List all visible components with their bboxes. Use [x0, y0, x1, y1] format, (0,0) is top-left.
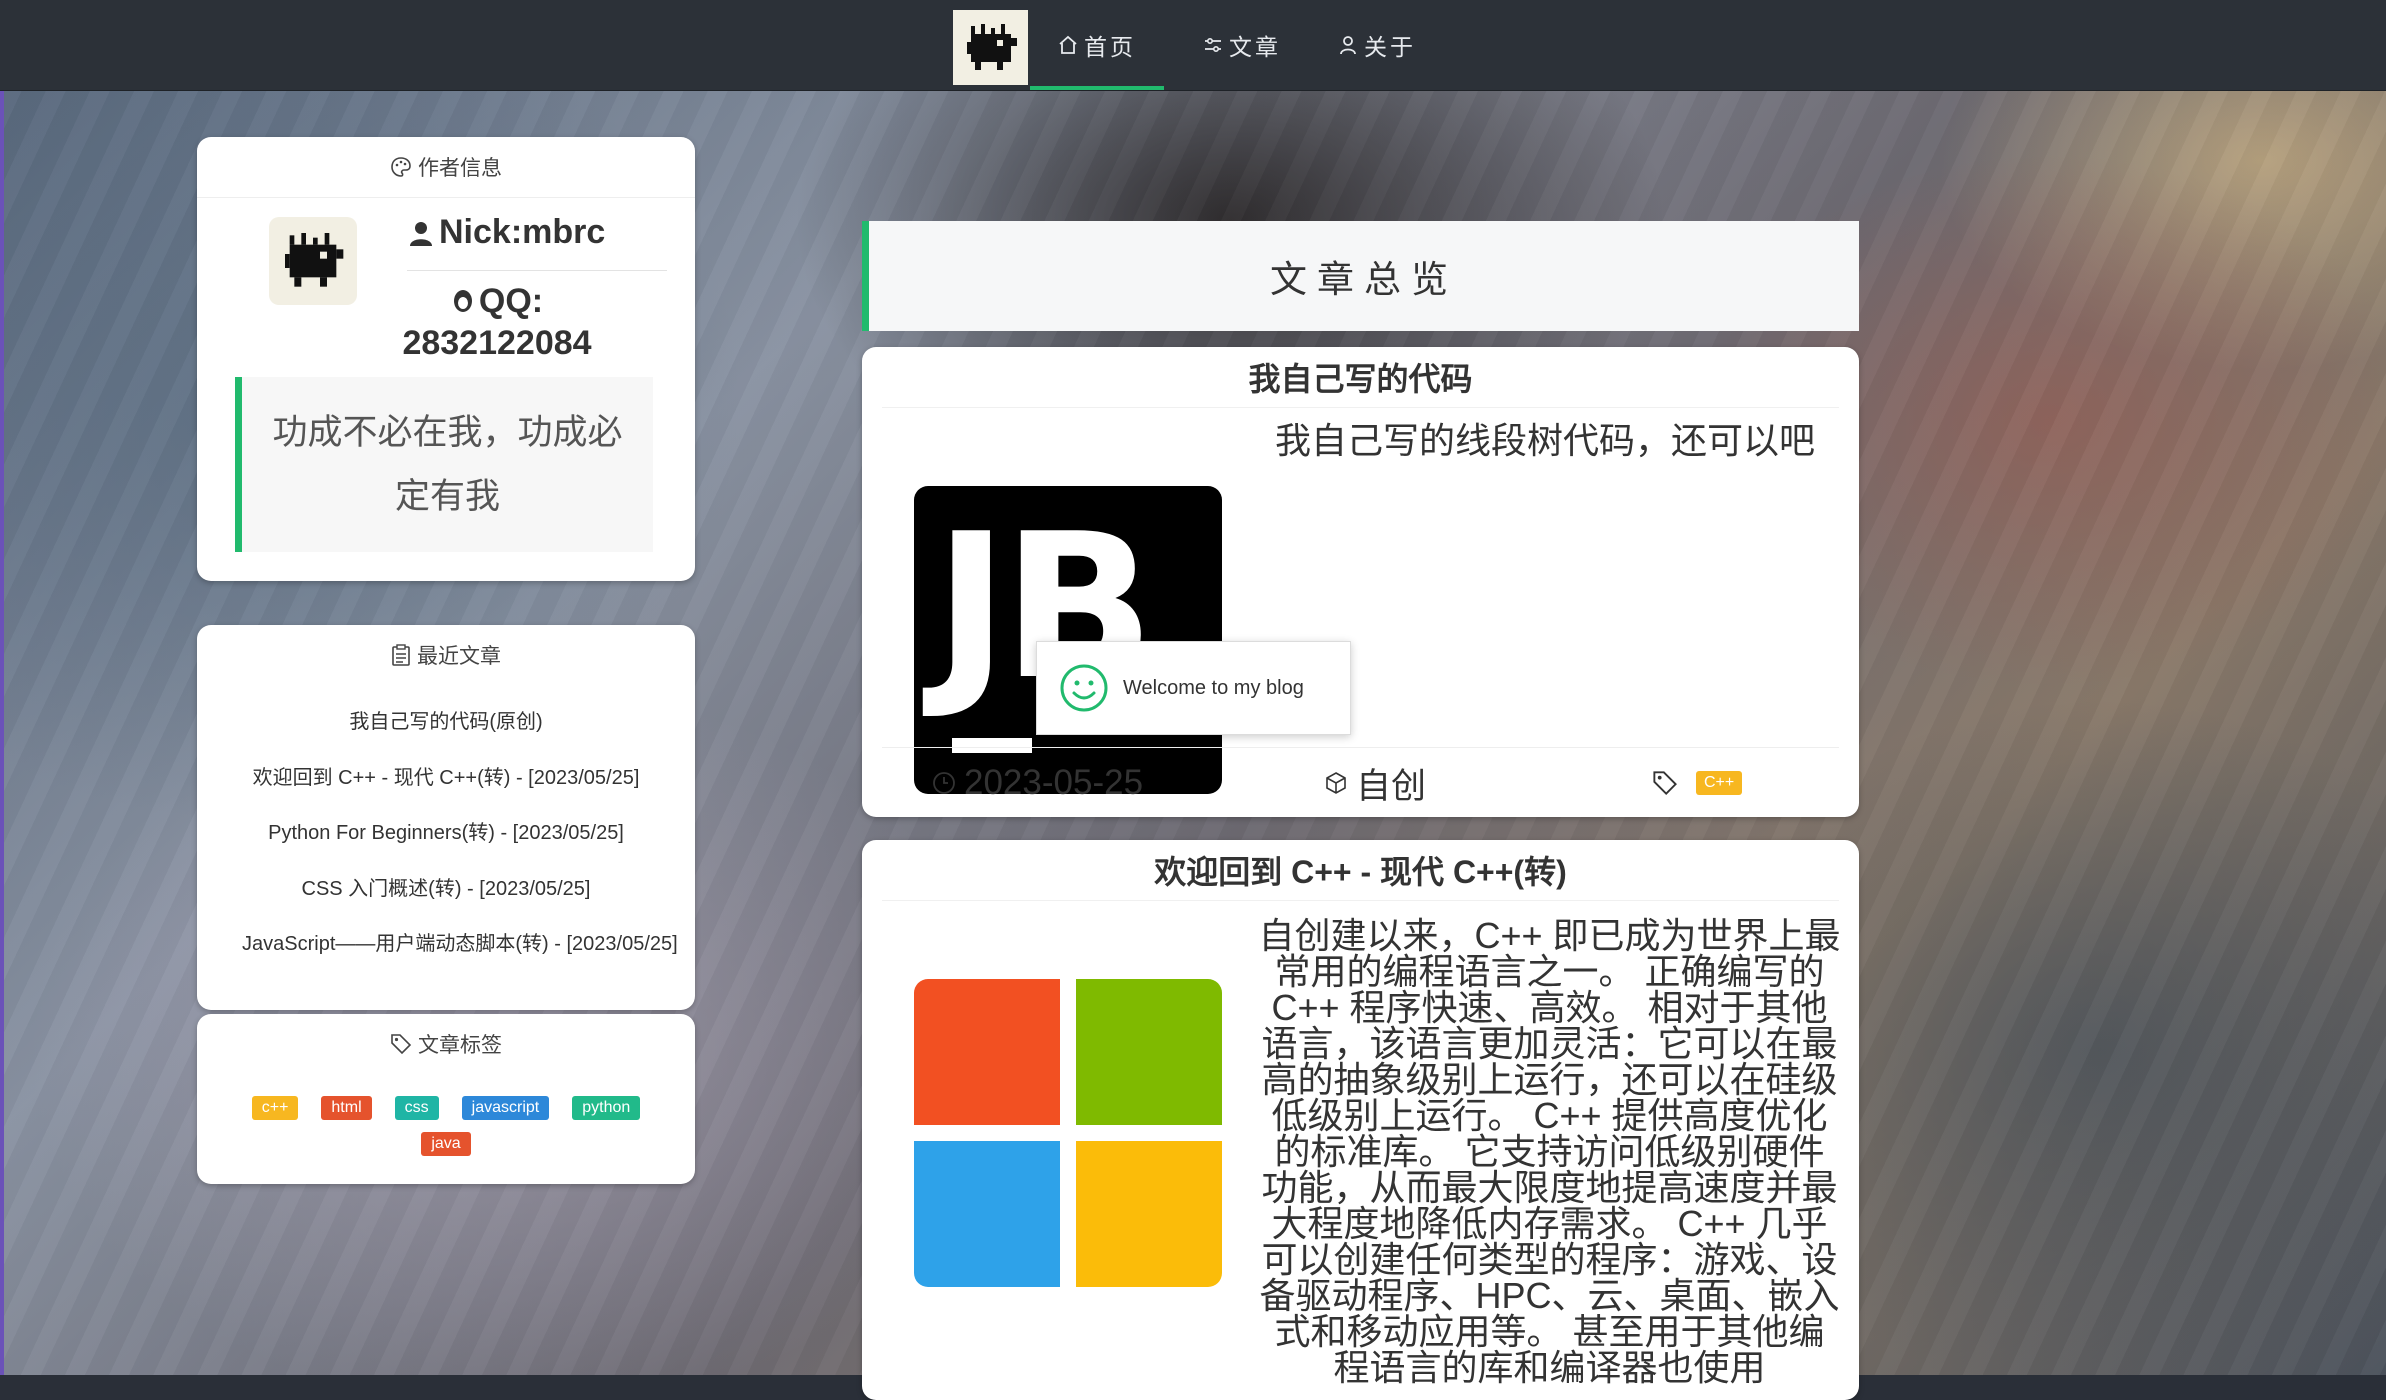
recent-post-link[interactable]: Python For Beginners(转) - [2023/05/25]	[197, 806, 695, 862]
tags-header: 文章标签	[197, 1014, 695, 1074]
tag-icon	[390, 1033, 412, 1055]
welcome-toast: Welcome to my blog	[1036, 641, 1351, 735]
page-title: 文章总览	[862, 221, 1859, 331]
palette-icon	[390, 156, 412, 178]
cube-icon	[1324, 771, 1348, 795]
post-title[interactable]: 欢迎回到 C++ - 现代 C++(转)	[882, 840, 1839, 901]
post-title[interactable]: 我自己写的代码	[882, 347, 1839, 408]
avatar	[269, 217, 357, 305]
recent-post-link[interactable]: JavaScript——用户端动态脚本(转) - [2023/05/25]	[197, 917, 695, 973]
window-edge	[0, 0, 4, 1375]
monster-icon	[966, 23, 1017, 70]
sliders-icon	[1203, 35, 1223, 55]
qq-icon	[451, 289, 475, 315]
tag-icon	[1652, 770, 1678, 796]
site-logo[interactable]	[953, 10, 1028, 85]
tag-javascript[interactable]: javascript	[461, 1096, 550, 1120]
tags-title: 文章标签	[418, 1034, 502, 1057]
microsoft-logo-yellow	[1076, 1141, 1222, 1287]
nav-home-label: 首页	[1084, 34, 1136, 60]
nav-about[interactable]: 关于	[1310, 0, 1444, 90]
tags-card: 文章标签 c++ html css javascript python java	[197, 1014, 695, 1184]
post-thumbnail[interactable]	[914, 979, 1222, 1287]
tag-java[interactable]: java	[421, 1132, 471, 1156]
tag-html[interactable]: html	[321, 1096, 372, 1120]
microsoft-logo-green	[1076, 979, 1222, 1125]
person-icon	[409, 220, 433, 246]
monster-icon	[285, 233, 344, 287]
top-navbar: 首页 文章 关于	[0, 0, 2386, 91]
post-meta: 2023-05-25 自创 C++	[882, 747, 1839, 818]
toast-text: Welcome to my blog	[1123, 676, 1304, 699]
author-card: 作者信息 Nick:mbrc QQ: 2832122084 功成不必在我，功成必…	[197, 137, 695, 581]
post-tags: C++	[1652, 770, 1743, 796]
tag-css[interactable]: css	[394, 1096, 439, 1120]
post-tag-badge[interactable]: C++	[1696, 771, 1743, 795]
author-motto: 功成不必在我，功成必定有我	[235, 377, 653, 552]
post-type-text: 自创	[1356, 766, 1427, 806]
recent-posts-title: 最近文章	[417, 645, 501, 668]
nav-home[interactable]: 首页	[1030, 0, 1164, 90]
post-type: 自创	[1324, 758, 1426, 809]
recent-posts-list: 我自己写的代码(原创) 欢迎回到 C++ - 现代 C++(转) - [2023…	[197, 685, 695, 973]
nav-articles[interactable]: 文章	[1175, 0, 1309, 90]
author-card-title: 作者信息	[418, 157, 502, 180]
clock-icon	[932, 771, 956, 795]
post-card[interactable]: 欢迎回到 C++ - 现代 C++(转) 自创建以来，C++ 即已成为世界上最常…	[862, 840, 1859, 1400]
post-date: 2023-05-25	[932, 763, 1143, 803]
post-excerpt: 自创建以来，C++ 即已成为世界上最常用的编程语言之一。 正确编写的 C++ 程…	[1258, 915, 1841, 1388]
tag-python[interactable]: python	[572, 1096, 641, 1120]
user-icon	[1338, 35, 1358, 55]
post-date-text: 2023-05-25	[964, 763, 1144, 802]
recent-post-link[interactable]: 我自己写的代码(原创)	[197, 695, 695, 751]
author-name: Nick:mbrc	[409, 213, 605, 252]
recent-post-link[interactable]: 欢迎回到 C++ - 现代 C++(转) - [2023/05/25]	[197, 751, 695, 807]
recent-posts-header: 最近文章	[197, 625, 695, 685]
author-qq: QQ: 2832122084	[347, 282, 647, 363]
divider	[407, 270, 667, 271]
recent-post-link[interactable]: CSS 入门概述(转) - [2023/05/25]	[197, 862, 695, 918]
qq-label: QQ:	[478, 282, 544, 320]
qq-number: 2832122084	[402, 323, 592, 362]
clipboard-icon	[391, 644, 411, 666]
post-card[interactable]: 我自己写的代码 JB 我自己写的线段树代码，还可以吧 2023-05-25 自创…	[862, 347, 1859, 817]
author-card-header: 作者信息	[197, 137, 695, 198]
nav-about-label: 关于	[1364, 34, 1416, 60]
nav-articles-label: 文章	[1229, 34, 1281, 60]
tag-cloud: c++ html css javascript python java	[197, 1074, 695, 1156]
smiley-icon	[1059, 663, 1109, 713]
author-name-text: Nick:mbrc	[439, 213, 606, 251]
recent-posts-card: 最近文章 我自己写的代码(原创) 欢迎回到 C++ - 现代 C++(转) - …	[197, 625, 695, 1010]
microsoft-logo-blue	[914, 1141, 1060, 1287]
tag-cpp[interactable]: c++	[251, 1096, 299, 1120]
microsoft-logo-red	[914, 979, 1060, 1125]
post-excerpt: 我自己写的线段树代码，还可以吧	[1275, 420, 1816, 461]
home-icon	[1058, 35, 1078, 55]
active-indicator	[1030, 86, 1164, 90]
